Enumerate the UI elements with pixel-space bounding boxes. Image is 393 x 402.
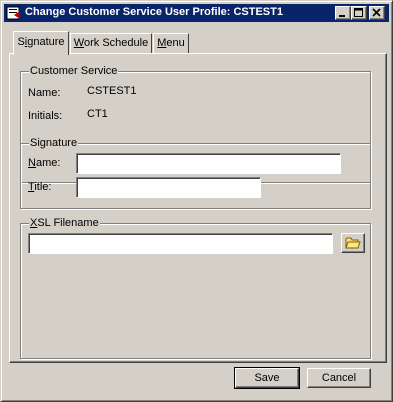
signature-name-input[interactable] [79,156,338,171]
cs-initials-value: CT1 [87,108,108,120]
xsl-filename-input[interactable] [31,236,330,251]
save-label: Save [254,372,280,384]
browse-button[interactable] [341,233,365,253]
tab-signature-label: Signature [17,36,65,48]
cancel-label: Cancel [321,372,357,384]
signature-title-label: Title: [28,181,52,193]
signature-title-field[interactable] [76,177,261,198]
cs-name-label: Name: [28,87,61,99]
xsl-filename-group: XSL Filename [20,217,371,359]
folder-icon [345,237,361,249]
close-button[interactable] [369,6,385,20]
window-title: Change Customer Service User Profile: CS… [25,6,283,18]
tab-work-schedule-label: Work Schedule [73,37,149,49]
minimize-icon [339,15,345,17]
cs-name-value: CSTEST1 [87,85,137,97]
tab-work-schedule[interactable]: Work Schedule [70,33,152,53]
user-profile-icon [6,6,20,20]
cancel-button[interactable]: Cancel [307,368,371,388]
xsl-filename-title: XSL Filename [29,217,100,229]
xsl-filename-field[interactable] [28,233,333,254]
dialog-window: Change Customer Service User Profile: CS… [0,0,393,402]
tab-menu-label: Menu [157,37,185,49]
customer-service-title: Customer Service [29,65,119,77]
signature-name-label: Name: [28,157,61,169]
cs-initials-label: Initials: [28,110,63,122]
save-button[interactable]: Save [234,367,300,389]
maximize-icon [354,8,363,17]
title-bar[interactable]: Change Customer Service User Profile: CS… [4,4,389,22]
signature-group-title: Signature [29,137,79,149]
signature-tab-panel: Customer Service Name: CSTEST1 Initials:… [9,53,387,363]
tab-menu[interactable]: Menu [153,33,189,53]
signature-title-input[interactable] [79,180,258,195]
close-icon [372,8,381,17]
signature-name-field[interactable] [76,153,341,174]
signature-group: Signature Name: Title: [20,137,371,209]
minimize-button[interactable] [335,6,351,20]
maximize-button[interactable] [351,6,367,20]
tab-signature[interactable]: Signature [13,31,69,55]
